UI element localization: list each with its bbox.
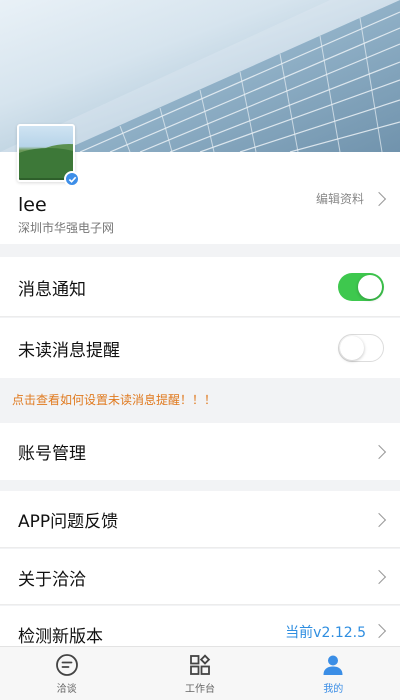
about-row[interactable]: 关于洽洽 [0,549,400,605]
account-management-row[interactable]: 账号管理 [0,423,400,480]
chevron-right-icon [371,623,387,639]
edit-profile-label: 编辑资料 [315,192,364,206]
chevron-right-icon [371,512,387,527]
current-version: 当前v2.12.5 [285,625,366,641]
chat-icon [55,654,78,676]
unread-reminder-toggle[interactable] [338,334,384,362]
check-update-label: 检测新版本 [18,627,103,647]
about-label: 关于洽洽 [18,569,86,590]
bottom-tab-bar: 洽谈 工作台 我的 [0,646,400,700]
tab-mine-label: 我的 [323,684,344,695]
tab-chat[interactable]: 洽谈 [0,647,133,700]
notification-label: 消息通知 [18,279,86,300]
company-name: 深圳市华强电子网 [18,221,115,235]
verified-badge-icon [64,171,80,187]
feedback-row[interactable]: APP问题反馈 [0,491,400,548]
tab-workbench[interactable]: 工作台 [133,647,266,700]
username: lee [18,194,47,216]
notification-toggle[interactable] [338,273,384,301]
chevron-right-icon [371,569,387,585]
feedback-label: APP问题反馈 [18,512,119,532]
unread-reminder-label: 未读消息提醒 [18,340,120,361]
chevron-right-icon [371,444,387,459]
person-icon [323,655,343,675]
account-management-label: 账号管理 [18,444,86,464]
edit-profile-button[interactable]: 编辑资料 [315,190,387,207]
tab-workbench-label: 工作台 [184,684,215,695]
chevron-right-icon [371,191,387,206]
check-update-row[interactable]: 检测新版本 当前v2.12.5 [0,606,400,647]
unread-reminder-row: 未读消息提醒 [0,318,400,378]
unread-reminder-help-link[interactable]: 点击查看如何设置未读消息提醒！！！ [12,391,216,408]
tab-mine[interactable]: 我的 [267,647,400,700]
workbench-icon [190,654,211,675]
tab-chat-label: 洽谈 [56,684,77,695]
notification-row: 消息通知 [0,257,400,317]
